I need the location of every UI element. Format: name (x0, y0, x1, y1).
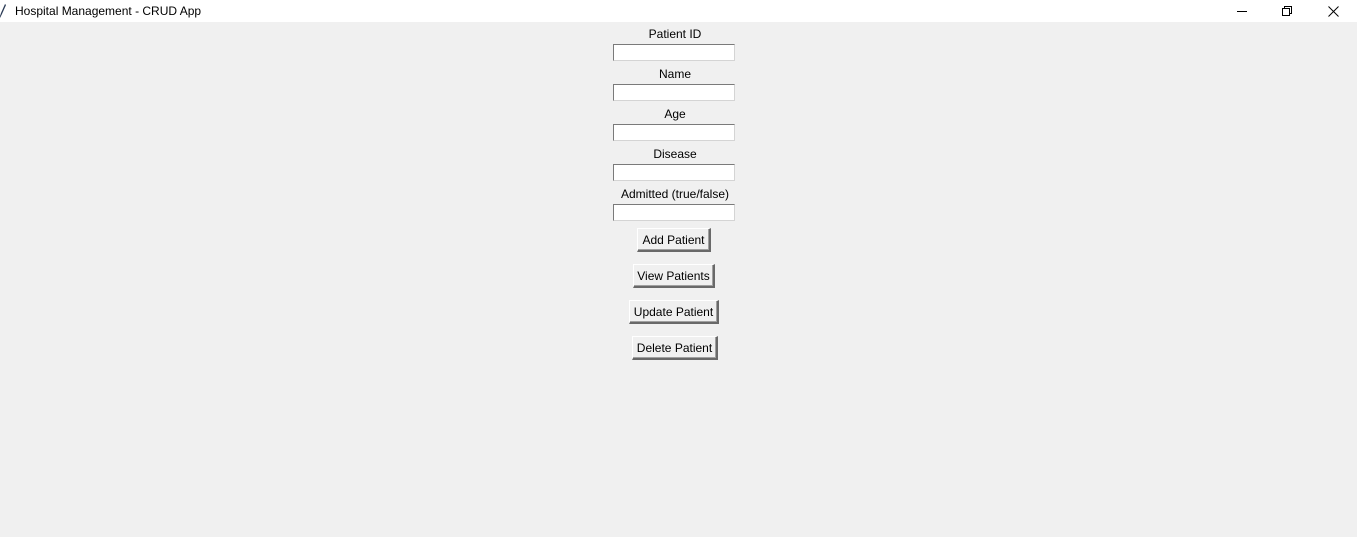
app-window: Hospital Management - CRUD App Patient I… (0, 0, 1357, 537)
update-patient-button[interactable]: Update Patient (629, 300, 719, 324)
restore-button[interactable] (1264, 0, 1310, 22)
name-label: Name (658, 67, 692, 81)
age-label: Age (664, 107, 686, 121)
patient-id-label: Patient ID (648, 27, 702, 41)
restore-icon (1282, 6, 1292, 16)
add-patient-button[interactable]: Add Patient (637, 228, 711, 252)
patient-id-input[interactable] (613, 44, 735, 61)
admitted-label: Admitted (true/false) (620, 187, 730, 201)
name-input[interactable] (613, 84, 735, 101)
minimize-button[interactable] (1219, 0, 1265, 22)
disease-label: Disease (653, 147, 697, 161)
title-bar[interactable]: Hospital Management - CRUD App (0, 0, 1357, 22)
feather-icon (0, 4, 6, 18)
minimize-icon (1237, 11, 1247, 12)
disease-input[interactable] (613, 164, 735, 181)
close-icon (1327, 5, 1339, 17)
admitted-input[interactable] (613, 204, 735, 221)
view-patients-button[interactable]: View Patients (633, 264, 715, 288)
close-button[interactable] (1310, 0, 1356, 22)
window-title: Hospital Management - CRUD App (15, 4, 202, 18)
delete-patient-button[interactable]: Delete Patient (632, 336, 718, 360)
age-input[interactable] (613, 124, 735, 141)
